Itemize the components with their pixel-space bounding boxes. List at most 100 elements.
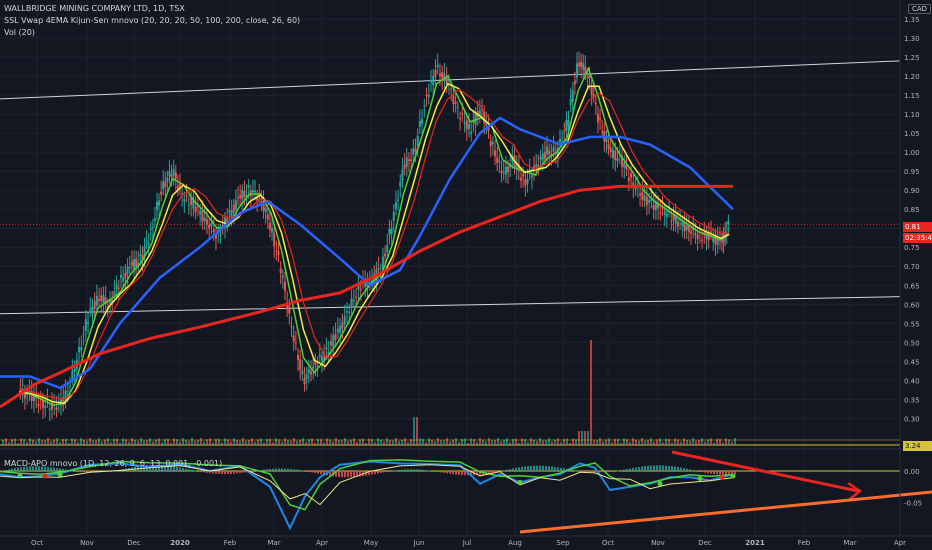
candle-body [459,118,462,120]
candle-body [377,268,380,270]
macd-histogram-bar [620,470,622,472]
volume-bar [470,438,472,445]
candle-body [569,99,572,106]
volume-bar [698,439,700,445]
volume-bar [200,438,202,445]
macd-histogram-bar [491,471,493,473]
volume-bar [650,438,652,445]
volume-bar [452,439,454,445]
candle-body [95,295,98,306]
volume-bar [413,417,415,445]
y-tick-label: 0.75 [904,244,920,252]
volume-bar [374,442,376,445]
candle-body [500,170,503,174]
currency-badge[interactable]: CAD [908,4,932,14]
candle-body [128,267,131,269]
macd-histogram-bar [320,471,322,475]
macd-histogram-bar [83,471,85,472]
volume-bar [182,438,184,445]
macd-histogram-bar [548,466,550,471]
macd-histogram-bar [221,471,223,475]
volume-bar [95,440,97,445]
macd-histogram-bar [545,465,547,471]
macd-histogram-bar [518,467,520,471]
candle-body [454,102,457,104]
macd-histogram-bar [374,471,376,475]
candle-body [303,378,306,385]
symbol-legend[interactable]: WALLBRIDGE MINING COMPANY LTD, 1D, TSX [4,4,185,13]
candle-body [709,231,712,233]
candle-body [494,150,497,157]
macd-histogram-bar [560,467,562,471]
volume-bar [416,417,418,445]
volume-bar [128,441,130,445]
candle-body [113,291,116,296]
macd-histogram-bar [509,468,511,471]
candle-body [130,261,133,266]
macd-histogram-bar [230,471,232,474]
macd-legend[interactable]: MACD-APO mnovo (1D, 12, 26, 9, 6, 13, 0.… [4,459,222,468]
macd-histogram-bar [419,469,421,471]
volume-bar [212,442,214,445]
candle-body [237,197,240,199]
last-price-tag: 0.81 [903,222,932,232]
volume-bar [446,438,448,445]
macd-histogram-bar [5,469,7,471]
macd-signal-dot [719,474,725,480]
volume-bar [584,431,586,445]
volume-bar [653,441,655,445]
volume-bar [92,440,94,445]
macd-signal-dot [730,473,736,479]
macd-histogram-bar [584,471,586,472]
volume-bar [623,438,625,445]
volume-bar [173,438,175,445]
candle-body [565,119,568,131]
volume-bar [704,441,706,445]
macd-histogram-bar [440,471,442,473]
y-tick-label: 0.65 [904,282,920,290]
volume-bar [602,441,604,445]
macd-histogram-bar [527,466,529,471]
volume-bar [203,441,205,445]
x-tick-label: Nov [80,539,94,547]
candle-body [548,150,551,155]
indicator-legend[interactable]: SSL Vwap 4EMA Kijun-Sen mnovo (20, 20, 2… [4,16,300,25]
volume-bar [548,438,550,445]
volume-bar [197,440,199,445]
volume-bar [722,442,724,445]
candle-body [187,205,190,207]
volume-bar [566,438,568,445]
macd-histogram-bar [215,471,217,474]
candle-body [727,220,730,225]
volume-bar [437,438,439,445]
candle-body [524,179,527,186]
volume-bar [14,438,16,445]
volume-bar [392,440,394,445]
candle-body [401,168,404,181]
macd-histogram-bar [425,470,427,472]
macd-histogram-bar [572,469,574,471]
candle-body [430,79,432,83]
volume-bar [425,442,427,445]
macd-histogram-bar [56,468,58,471]
candle-body [82,333,85,335]
candle-body [201,211,204,222]
volume-bar [542,440,544,445]
macd-histogram-bar [458,471,460,475]
macd-histogram-bar [431,470,433,472]
macd-histogram-bar [644,466,646,471]
volume-bar [731,441,733,445]
candle-body [639,193,642,196]
candle-body [712,238,715,242]
candle-body [160,191,163,195]
volume-bar [560,442,562,445]
macd-histogram-bar [350,471,352,478]
macd-histogram-bar [443,471,445,473]
x-tick-label: Aug [508,539,522,547]
candle-body [162,181,165,189]
volume-legend[interactable]: Vol (20) [4,28,35,37]
volume-bar [500,441,502,445]
macd-histogram-bar [530,465,532,471]
x-tick-label: 2020 [170,539,190,547]
volume-bar [734,438,736,445]
